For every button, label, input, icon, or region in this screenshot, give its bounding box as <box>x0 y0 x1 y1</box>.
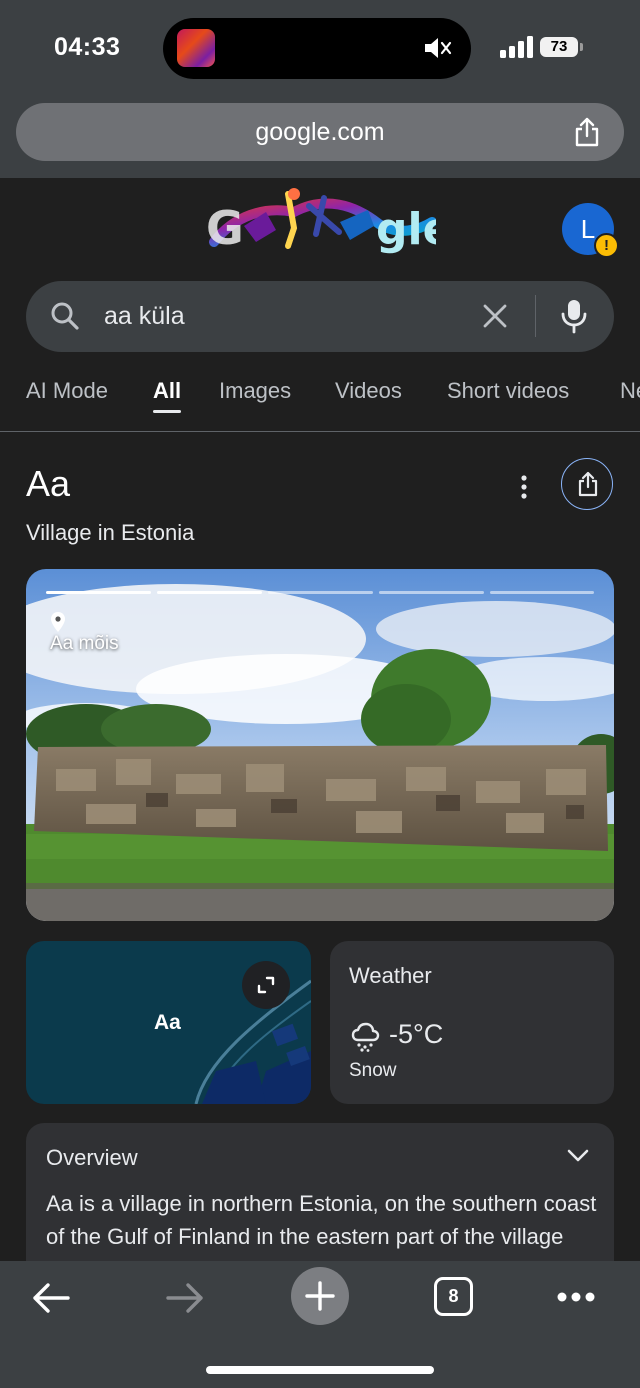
dynamic-island[interactable] <box>163 18 471 79</box>
address-bar[interactable]: google.com <box>16 103 624 161</box>
status-time: 04:33 <box>54 33 121 61</box>
carousel-progress-segment <box>46 591 151 594</box>
entity-share-button[interactable] <box>561 458 613 510</box>
map-expand-button[interactable] <box>242 961 290 1009</box>
weather-condition: Snow <box>349 1060 397 1081</box>
photo-location-label: Aa mõis <box>50 611 119 655</box>
weather-card[interactable]: Weather -5°C Snow <box>330 941 614 1104</box>
tab-news[interactable]: News <box>620 378 640 404</box>
active-tab-indicator <box>153 410 181 413</box>
weather-title: Weather <box>349 963 432 988</box>
browser-top-chrome: 04:33 73 google.com <box>0 0 640 178</box>
photo-location-text: Aa mõis <box>50 633 119 654</box>
muted-audio-icon <box>425 38 452 58</box>
carousel-progress-segment <box>490 591 594 594</box>
home-indicator[interactable] <box>206 1366 434 1374</box>
map-place-label: Aa <box>154 1011 181 1034</box>
more-menu-icon[interactable] <box>556 1291 596 1303</box>
search-tabs: AI Mode All Images Videos Short videos N… <box>0 362 640 432</box>
tab-all[interactable]: All <box>153 378 181 404</box>
entity-subtitle: Village in Estonia <box>26 520 195 545</box>
google-doodle-logo[interactable]: G gle <box>204 186 436 258</box>
microphone-icon[interactable] <box>560 298 588 334</box>
battery-level: 73 <box>540 37 578 57</box>
expand-icon <box>257 976 275 994</box>
search-box[interactable] <box>26 281 614 352</box>
location-pin-icon <box>51 612 65 632</box>
svg-text:gle: gle <box>376 204 436 255</box>
carousel-progress-segment <box>268 591 373 594</box>
clear-search-icon[interactable] <box>482 303 508 329</box>
cellular-signal-icon <box>500 36 533 58</box>
entity-photo-carousel[interactable]: Aa mõis <box>26 569 614 921</box>
chevron-down-icon[interactable] <box>566 1145 590 1165</box>
forward-arrow-icon[interactable] <box>164 1281 206 1315</box>
tab-ai-mode[interactable]: AI Mode <box>26 378 108 404</box>
tab-switcher-button[interactable]: 8 <box>434 1277 473 1316</box>
address-bar-url: google.com <box>255 118 385 146</box>
map-card[interactable]: Aa <box>26 941 311 1104</box>
carousel-progress <box>46 591 594 595</box>
weather-temperature: -5°C <box>389 1019 444 1049</box>
back-arrow-icon[interactable] <box>30 1281 72 1315</box>
tab-videos[interactable]: Videos <box>335 378 402 404</box>
new-tab-button[interactable] <box>291 1267 349 1325</box>
search-input[interactable] <box>104 299 464 333</box>
entity-title: Aa <box>26 463 71 504</box>
snow-cloud-icon <box>351 1022 380 1052</box>
tab-short-videos[interactable]: Short videos <box>447 378 569 404</box>
share-icon[interactable] <box>572 116 602 148</box>
now-playing-artwork <box>177 29 215 67</box>
plus-icon <box>305 1281 335 1311</box>
search-icon <box>51 302 79 330</box>
carousel-progress-segment <box>157 591 262 594</box>
search-divider <box>535 295 536 337</box>
svg-text:G: G <box>206 201 244 255</box>
more-options-icon[interactable] <box>512 474 536 500</box>
tab-images[interactable]: Images <box>219 378 291 404</box>
share-icon <box>578 471 598 497</box>
battery-icon <box>580 43 583 51</box>
account-warning-badge: ! <box>594 233 619 258</box>
browser-toolbar: 8 <box>0 1261 640 1388</box>
carousel-progress-segment <box>379 591 484 594</box>
overview-title: Overview <box>46 1145 138 1170</box>
